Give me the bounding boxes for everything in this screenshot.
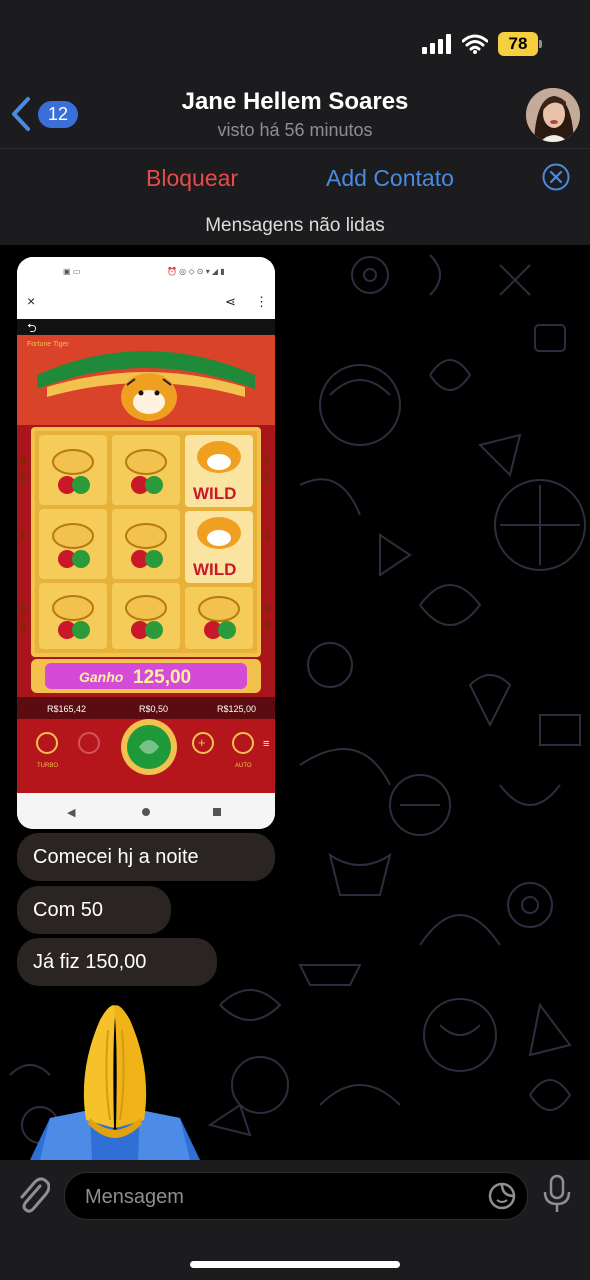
svg-text:×: ×	[27, 293, 35, 309]
contact-action-bar: Bloquear Add Contato	[0, 148, 590, 208]
left-number: 2	[20, 472, 26, 484]
message-text: Já fiz 150,00	[33, 951, 147, 973]
left-number: 1	[20, 530, 26, 542]
svg-text:≡: ≡	[263, 738, 269, 750]
svg-text:WILD: WILD	[193, 560, 236, 579]
chevron-left-icon	[12, 97, 30, 131]
unread-banner-text: Mensagens não lidas	[205, 215, 385, 236]
svg-text:WILD: WILD	[193, 484, 236, 503]
avatar[interactable]	[526, 88, 580, 142]
signal-icon	[422, 34, 451, 54]
left-number: 5	[20, 620, 26, 632]
contact-name: Jane Hellem Soares	[181, 88, 409, 115]
home-indicator[interactable]	[190, 1261, 400, 1268]
unread-count-badge: 12	[38, 100, 79, 128]
battery-level: 78	[498, 32, 538, 56]
close-circle-icon[interactable]	[542, 163, 570, 191]
message-bubble[interactable]: Já fiz 150,00	[17, 938, 217, 986]
message-field	[64, 1172, 528, 1221]
svg-text:◀: ◀	[67, 807, 76, 819]
battery-icon: 78	[498, 32, 542, 56]
add-contact-button[interactable]: Add Contato	[326, 165, 454, 192]
svg-text:Ganho: Ganho	[79, 669, 124, 685]
right-number: 1	[264, 530, 270, 542]
svg-text:R$0,50: R$0,50	[139, 704, 168, 714]
right-number: 5	[264, 456, 270, 468]
svg-text:R$165,42: R$165,42	[47, 704, 86, 714]
right-number: 3	[264, 604, 270, 616]
left-number: 3	[20, 604, 26, 616]
game-screenshot: ▣ ▭ ⏰ ◎ ◇ ⊙ ▾ ◢ ▮ × ⋖ ⋮ ⮌ Fortune Tiger	[17, 257, 275, 829]
message-text: Com 50	[33, 899, 104, 921]
photo-message[interactable]: ▣ ▭ ⏰ ◎ ◇ ⊙ ▾ ◢ ▮ × ⋖ ⋮ ⮌ Fortune Tiger	[17, 257, 275, 829]
svg-text:⮌: ⮌	[27, 321, 37, 335]
wifi-icon	[462, 34, 488, 54]
block-button[interactable]: Bloquear	[146, 165, 238, 192]
status-bar: 78	[0, 0, 590, 88]
message-input-bar	[0, 1160, 590, 1280]
svg-text:TURBO: TURBO	[37, 763, 58, 769]
svg-text:⋖: ⋖	[225, 294, 236, 309]
chat-area[interactable]: ▣ ▭ ⏰ ◎ ◇ ⊙ ▾ ◢ ▮ × ⋖ ⋮ ⮌ Fortune Tiger	[0, 245, 590, 1160]
svg-text:AUTO: AUTO	[235, 763, 252, 769]
unread-messages-banner: Mensagens não lidas	[0, 207, 590, 245]
microphone-icon[interactable]	[542, 1174, 572, 1214]
back-button[interactable]: 12	[10, 96, 79, 132]
paperclip-icon[interactable]	[14, 1174, 50, 1214]
status-icons: 78	[422, 32, 542, 56]
svg-text:R$125,00: R$125,00	[217, 704, 256, 714]
message-bubble[interactable]: Com 50	[17, 886, 171, 934]
svg-text:⏰ ◎ ◇ ⊙ ▾ ◢ ▮: ⏰ ◎ ◇ ⊙ ▾ ◢ ▮	[167, 266, 225, 276]
chat-header: 12 Jane Hellem Soares visto há 56 minuto…	[0, 88, 590, 148]
right-number: 2	[264, 472, 270, 484]
svg-text:+: +	[198, 735, 206, 750]
sticker-icon[interactable]	[487, 1181, 517, 1211]
right-number: 4	[264, 620, 271, 632]
folded-hands-icon[interactable]	[30, 1000, 200, 1160]
message-bubble[interactable]: Comecei hj a noite	[17, 833, 275, 881]
left-number: 4	[20, 456, 27, 468]
last-seen-status: visto há 56 minutos	[217, 120, 373, 140]
message-input[interactable]	[83, 1173, 467, 1221]
svg-text:125,00: 125,00	[133, 667, 191, 688]
svg-text:Fortune Tiger: Fortune Tiger	[27, 341, 69, 348]
svg-text:▣ ▭: ▣ ▭	[63, 267, 80, 276]
svg-text:⋮: ⋮	[255, 294, 268, 309]
message-text: Comecei hj a noite	[33, 846, 199, 868]
chat-title[interactable]: Jane Hellem Soares visto há 56 minutos	[120, 88, 470, 141]
